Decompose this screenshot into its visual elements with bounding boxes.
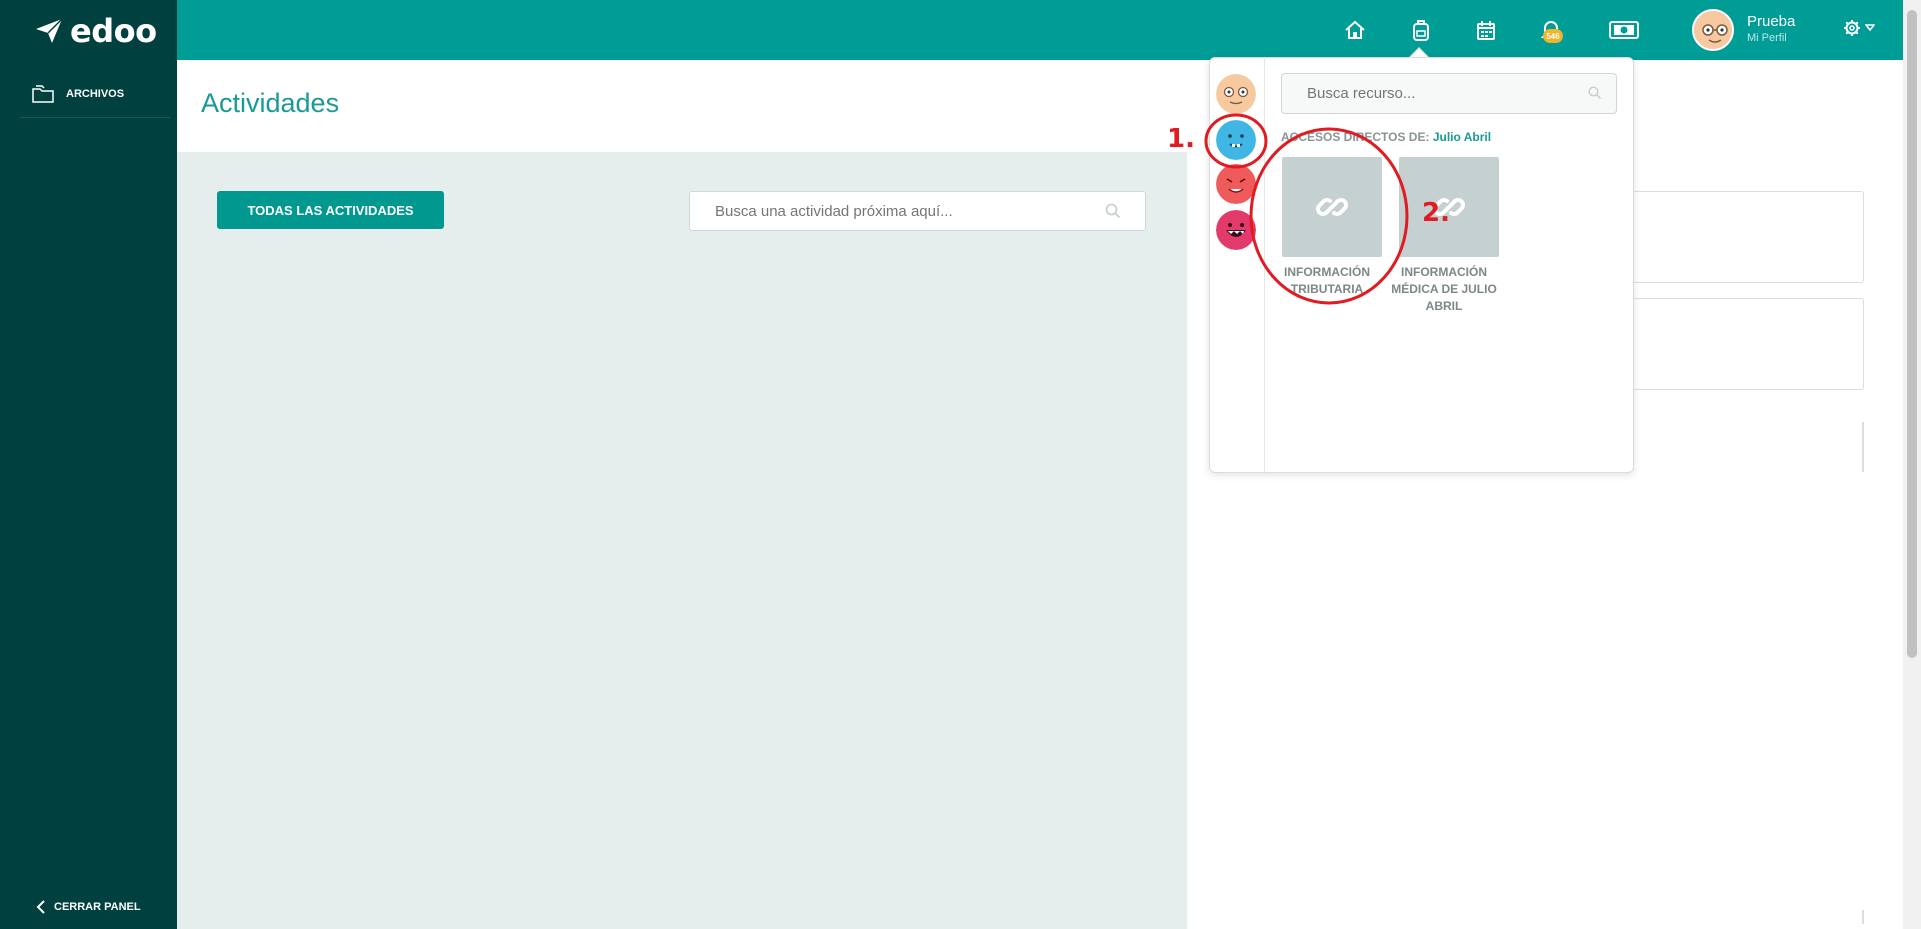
annotation-overlay xyxy=(1204,113,1409,305)
annotation-number-2: 2. xyxy=(1422,198,1450,228)
annotation-number-1: 1. xyxy=(1167,124,1195,154)
annotation-circle-2 xyxy=(1249,127,1409,305)
annotation-circle-1 xyxy=(1204,113,1268,169)
